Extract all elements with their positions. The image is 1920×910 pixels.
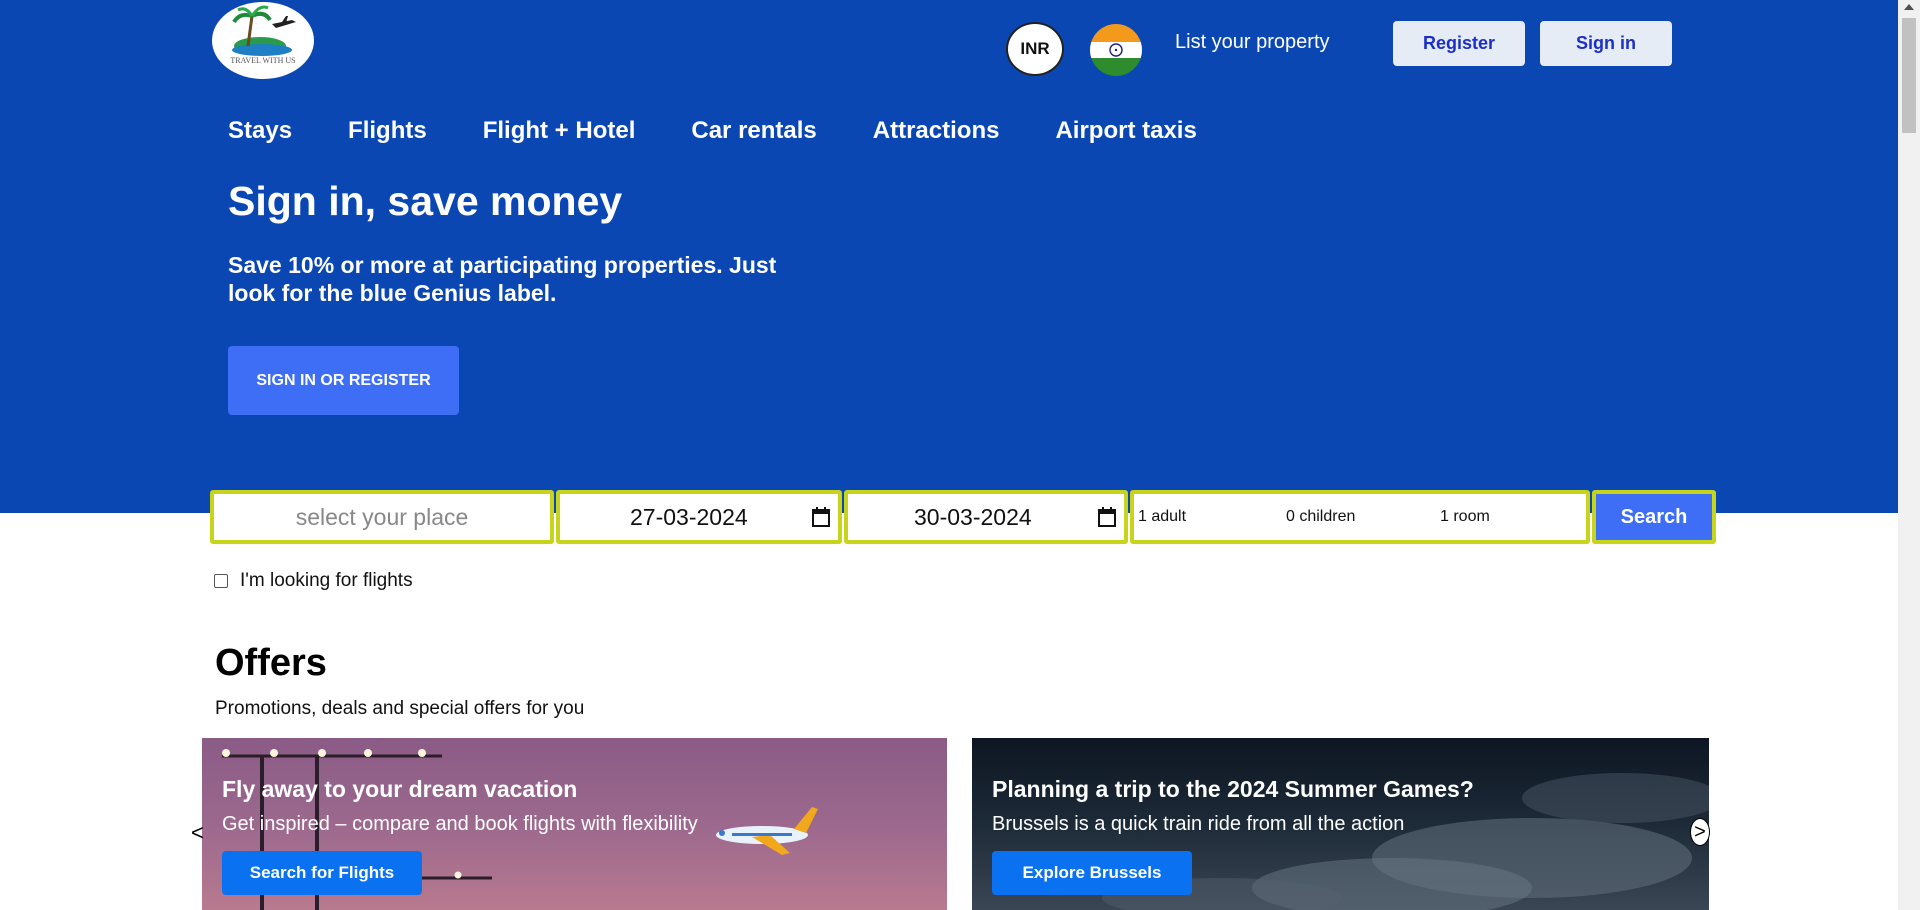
guests-selector[interactable]: 1 adult 0 children 1 room <box>1130 490 1590 544</box>
register-button[interactable]: Register <box>1393 21 1525 66</box>
checkout-date-value: 30-03-2024 <box>914 503 1032 530</box>
main-nav: Stays Flights Flight + Hotel Car rentals… <box>228 117 1253 145</box>
search-for-flights-button[interactable]: Search for Flights <box>222 851 422 895</box>
hero-subtitle: Save 10% or more at participating proper… <box>228 252 777 306</box>
india-flag-icon[interactable] <box>1090 24 1142 76</box>
place-input[interactable]: select your place <box>210 490 554 544</box>
nav-item-attractions[interactable]: Attractions <box>873 117 1000 145</box>
adults-count: 1 adult <box>1138 508 1187 525</box>
calendar-icon[interactable] <box>812 507 830 527</box>
offer-card-subtitle: Get inspired – compare and book flights … <box>222 813 698 835</box>
page: TRAVEL WITH US INR List your property Re… <box>0 0 1920 910</box>
offers-subtitle: Promotions, deals and special offers for… <box>215 698 585 719</box>
palm-island-logo-icon <box>232 5 296 56</box>
checkout-date-input[interactable]: 30-03-2024 <box>844 490 1128 544</box>
offer-card-flights: Fly away to your dream vacation Get insp… <box>202 738 947 910</box>
offer-card-subtitle: Brussels is a quick train ride from all … <box>992 813 1405 835</box>
airplane-icon <box>716 807 818 855</box>
carousel-prev-arrow-icon[interactable]: < <box>191 820 204 846</box>
offers-title: Offers <box>215 642 327 684</box>
flights-checkbox[interactable] <box>214 574 228 588</box>
site-logo[interactable]: TRAVEL WITH US <box>212 2 314 79</box>
nav-item-airport-taxis[interactable]: Airport taxis <box>1055 117 1196 145</box>
scroll-up-arrow-icon[interactable] <box>1904 4 1914 10</box>
rooms-count: 1 room <box>1440 508 1490 525</box>
signin-or-register-button[interactable]: SIGN IN OR REGISTER <box>228 346 459 415</box>
children-count: 0 children <box>1286 508 1356 525</box>
flights-checkbox-row[interactable]: I'm looking for flights <box>214 570 413 592</box>
offer-card-title: Planning a trip to the 2024 Summer Games… <box>992 776 1474 802</box>
flights-checkbox-label[interactable]: I'm looking for flights <box>240 570 413 592</box>
offer-card-summer-games: Planning a trip to the 2024 Summer Games… <box>972 738 1709 910</box>
signin-button[interactable]: Sign in <box>1540 21 1672 66</box>
nav-item-stays[interactable]: Stays <box>228 117 292 145</box>
page-scrollbar[interactable] <box>1898 0 1920 910</box>
scroll-thumb[interactable] <box>1902 18 1916 133</box>
hero-banner: TRAVEL WITH US INR List your property Re… <box>0 0 1898 513</box>
hero-title: Sign in, save money <box>228 178 623 224</box>
checkin-date-input[interactable]: 27-03-2024 <box>556 490 842 544</box>
nav-item-flight-hotel[interactable]: Flight + Hotel <box>483 117 636 145</box>
nav-item-flights[interactable]: Flights <box>348 117 427 145</box>
offer-card-title: Fly away to your dream vacation <box>222 776 578 802</box>
search-button[interactable]: Search <box>1592 490 1716 544</box>
logo-text: TRAVEL WITH US <box>230 56 296 65</box>
nav-item-car-rentals[interactable]: Car rentals <box>691 117 816 145</box>
calendar-icon[interactable] <box>1098 507 1116 527</box>
explore-brussels-button[interactable]: Explore Brussels <box>992 851 1192 895</box>
currency-selector[interactable]: INR <box>1006 22 1064 76</box>
carousel-next-arrow-icon[interactable]: > <box>1690 818 1710 846</box>
checkin-date-value: 27-03-2024 <box>630 503 748 530</box>
list-your-property-link[interactable]: List your property <box>1175 31 1330 54</box>
